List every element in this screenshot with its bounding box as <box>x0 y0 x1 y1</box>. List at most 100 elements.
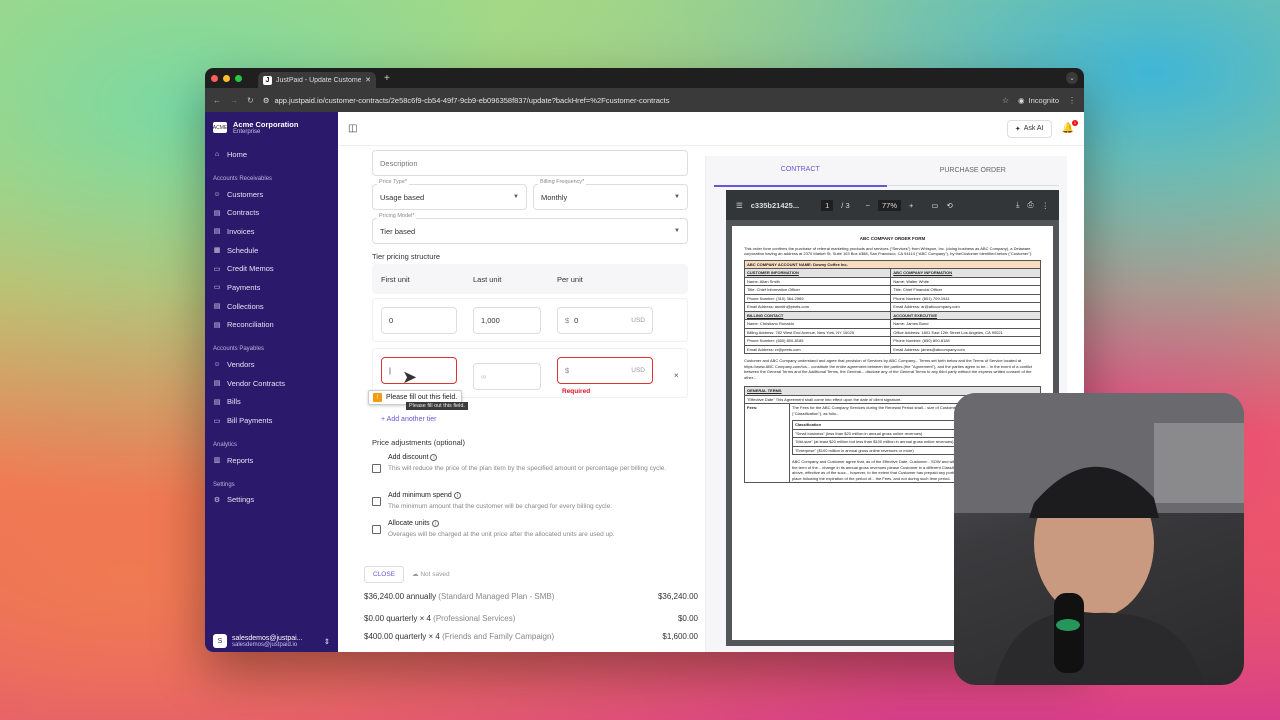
new-tab-icon[interactable]: + <box>384 73 390 84</box>
sidebar-item-contracts[interactable]: ▤ Contracts <box>205 203 338 222</box>
add-discount-checkbox[interactable] <box>372 464 381 473</box>
fit-page-icon[interactable]: ▭ <box>931 201 938 210</box>
close-button[interactable]: CLOSE <box>364 566 405 583</box>
menu-icon[interactable]: ☰ <box>736 201 743 210</box>
tier1-first-unit-input[interactable]: 0 <box>381 307 457 334</box>
tab-search-icon[interactable]: ⌄ <box>1066 72 1078 84</box>
allocate-units-checkbox[interactable] <box>372 525 381 534</box>
billing-frequency-value: Monthly <box>541 192 568 202</box>
sidebar-item-credit-memos[interactable]: ▭ Credit Memos <box>205 259 338 278</box>
tooltip-text: Please fill out this field. <box>386 394 458 401</box>
currency-symbol: $ <box>565 366 570 375</box>
add-minimum-spend-desc: The minimum amount that the customer wil… <box>388 503 612 510</box>
summary-plan: (Standard Managed Plan - SMB) <box>438 592 555 601</box>
notifications-button[interactable]: 🔔 1 <box>1062 120 1078 134</box>
invoice-icon: ▤ <box>213 228 221 236</box>
sidebar-item-label: Vendor Contracts <box>227 378 285 388</box>
more-icon[interactable]: ⋮ <box>1042 201 1050 210</box>
doc-cell: Name: James Bond <box>890 319 1041 329</box>
sidebar-item-settings[interactable]: ⚙ Settings <box>205 491 338 510</box>
info-icon[interactable]: i <box>430 454 438 461</box>
tier1-per-unit-input[interactable]: $0 USD <box>557 307 653 334</box>
close-window-button[interactable] <box>211 74 218 82</box>
pdf-page-count: / 3 <box>841 200 850 210</box>
sidebar-item-collections[interactable]: ▤ Collections <box>205 297 338 316</box>
browser-tab[interactable]: J JustPaid - Update Customer ✕ <box>258 72 376 88</box>
warning-icon: ! <box>373 393 382 402</box>
description-input[interactable]: Description <box>372 150 688 176</box>
user-menu[interactable]: S salesdemos@justpai... salesdemos@justpa… <box>205 634 338 648</box>
sidebar-item-bill-payments[interactable]: ▭ Bill Payments <box>205 411 338 430</box>
remove-tier-icon[interactable]: × <box>674 371 679 380</box>
zoom-out-icon[interactable]: − <box>866 201 870 210</box>
org-switcher[interactable]: ACME Acme Corporation Enterprise <box>205 112 338 145</box>
summary-row: $400.00 quarterly × 4 (Friends and Famil… <box>364 632 698 641</box>
browser-menu-icon[interactable]: ⋮ <box>1068 96 1076 105</box>
summary-total: $0.00 <box>677 614 698 623</box>
save-status: ☁ Not saved <box>412 570 450 578</box>
download-icon[interactable]: ⤓ <box>1016 200 1019 210</box>
pdf-zoom[interactable]: 77% <box>878 199 902 211</box>
sidebar-item-home[interactable]: ⌂ Home <box>205 145 338 164</box>
print-icon[interactable]: ⎙ <box>1028 200 1034 210</box>
url-field[interactable]: ⚙ app.justpaid.io/customer-contracts/2e58… <box>263 96 993 105</box>
info-icon[interactable]: i <box>453 492 461 499</box>
forward-icon[interactable]: → <box>230 96 238 105</box>
add-discount-title: Add discount i <box>388 454 438 461</box>
price-type-select[interactable]: Usage based ▼ <box>372 184 527 210</box>
sidebar-item-payments[interactable]: ▭ Payments <box>205 278 338 297</box>
tier2-last-unit-input[interactable]: ∞ <box>473 363 541 390</box>
incognito-indicator[interactable]: ◉ Incognito <box>1018 96 1059 105</box>
doc-cell: Email Address: cr@peets.com <box>743 344 892 354</box>
doc-cell: Email Address: james@abcompany.com <box>890 344 1041 354</box>
sidebar-item-bills[interactable]: ▤ Bills <box>205 393 338 412</box>
maximize-window-button[interactable] <box>235 74 242 82</box>
price-type-label: Price Type* <box>377 179 410 185</box>
add-discount-desc: This will reduce the price of the plan i… <box>388 465 667 472</box>
tier2-first-unit-input[interactable]: | <box>381 357 457 384</box>
tier1-last-unit-input[interactable]: 1,000 <box>473 307 541 334</box>
pdf-page-input[interactable]: 1 <box>821 199 834 211</box>
close-tab-icon[interactable]: ✕ <box>365 76 371 84</box>
sidebar-toggle-icon[interactable]: ◫ <box>348 123 357 134</box>
sidebar-item-reports[interactable]: ▥ Reports <box>205 451 338 470</box>
bookmark-star-icon[interactable]: ☆ <box>1002 96 1009 105</box>
sidebar-item-vendor-contracts[interactable]: ▤ Vendor Contracts <box>205 374 338 393</box>
sidebar-item-invoices[interactable]: ▤ Invoices <box>205 222 338 241</box>
sidebar-item-vendors[interactable]: ☺ Vendors <box>205 355 338 374</box>
info-icon[interactable]: i <box>431 520 439 527</box>
price-adjustments-title: Price adjustments (optional) <box>372 438 465 447</box>
sidebar-item-reconciliation[interactable]: ▤ Reconciliation <box>205 316 338 335</box>
tier2-per-unit-input[interactable]: $ USD <box>557 357 653 384</box>
sidebar-item-customers[interactable]: ☺ Customers <box>205 185 338 204</box>
adj-title-text: Add minimum spend <box>388 492 452 499</box>
tab-purchase-order[interactable]: PURCHASE ORDER <box>887 156 1060 186</box>
tab-contract[interactable]: CONTRACT <box>714 155 887 187</box>
add-minimum-spend-checkbox[interactable] <box>372 497 381 506</box>
webcam-overlay <box>954 393 1244 685</box>
wallet-icon: ▭ <box>213 284 221 292</box>
doc-account-name: ABC COMPANY ACCOUNT NAME: Downy Coffee I… <box>744 259 1041 269</box>
billing-frequency-select[interactable]: Monthly ▼ <box>533 184 688 210</box>
ask-ai-label: Ask AI <box>1023 124 1044 132</box>
price-type-value: Usage based <box>380 192 425 202</box>
rotate-icon[interactable]: ⟲ <box>947 201 953 210</box>
add-tier-button[interactable]: + Add another tier <box>381 416 436 423</box>
top-bar: ◫ ✦ Ask AI 🔔 1 <box>338 112 1084 146</box>
doc-cell: ACCOUNT EXECUTIVE <box>890 310 1041 320</box>
pricing-model-select[interactable]: Tier based ▼ <box>372 218 688 244</box>
zoom-in-icon[interactable]: + <box>909 201 913 210</box>
description-placeholder: Description <box>380 158 418 168</box>
sidebar-item-label: Customers <box>227 189 264 199</box>
doc-cell: Office Address: 1801 East 12th Street Lo… <box>890 327 1041 337</box>
back-icon[interactable]: ← <box>213 96 221 105</box>
reload-icon[interactable]: ↻ <box>247 96 254 105</box>
sidebar-item-label: Credit Memos <box>227 264 274 274</box>
mic-light <box>1056 619 1080 631</box>
minimize-window-button[interactable] <box>223 74 230 82</box>
sidebar-item-label: Bill Payments <box>227 416 273 426</box>
ask-ai-button[interactable]: ✦ Ask AI <box>1006 119 1052 138</box>
sidebar-item-schedule[interactable]: ▦ Schedule <box>205 241 338 260</box>
sidebar-item-label: Invoices <box>227 226 255 236</box>
site-info-icon[interactable]: ⚙ <box>263 96 270 105</box>
